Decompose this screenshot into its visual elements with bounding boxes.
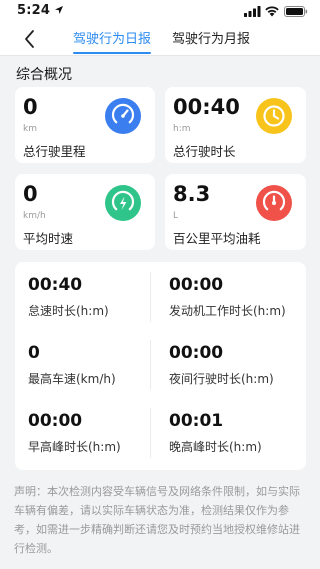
tab-monthly-report-label: 驾驶行为月报 <box>172 32 251 47</box>
mileage-unit: km <box>23 124 37 134</box>
avg-speed-value: 0 <box>23 182 38 206</box>
mileage-value: 0 <box>23 95 38 119</box>
stat-value: 00:00 <box>169 275 224 295</box>
avg-speed-unit: km/h <box>23 211 46 221</box>
column-divider <box>150 408 151 458</box>
fuel-unit: L <box>173 211 179 221</box>
nav-bar: 驾驶行为日报 驾驶行为月报 <box>0 22 320 56</box>
stat-night-duration: 00:00 夜间行驶时长(h:m) <box>169 343 274 387</box>
column-divider <box>150 340 151 390</box>
status-bar: 5:24 <box>0 0 320 22</box>
tab-daily-report-label: 驾驶行为日报 <box>73 32 152 47</box>
stat-label: 怠速时长(h:m) <box>28 304 109 318</box>
disclaimer-text: 声明：本次检测内容受车辆信号及网络条件限制，如与实际车辆有偏差，请以实际车辆状态… <box>14 485 300 555</box>
back-chevron-icon[interactable] <box>22 28 38 50</box>
stat-value: 0 <box>28 343 40 363</box>
wifi-icon <box>265 6 279 17</box>
status-time: 5:24 <box>17 3 51 18</box>
stat-evening-peak: 00:01 晚高峰时长(h:m) <box>169 411 262 455</box>
stat-max-speed: 0 最高车速(km/h) <box>28 343 116 387</box>
duration-unit: h:m <box>173 124 191 134</box>
active-tab-indicator <box>73 52 152 54</box>
tab-daily-report[interactable]: 驾驶行为日报 <box>73 28 152 54</box>
stat-label: 最高车速(km/h) <box>28 372 116 386</box>
summary-card-duration: 00:40 h:m 总行驶时长 <box>165 87 306 163</box>
summary-card-mileage: 0 km 总行驶里程 <box>15 87 155 163</box>
cellular-signal-icon <box>244 6 261 17</box>
avg-speed-label: 平均时速 <box>23 231 74 246</box>
stat-value: 00:00 <box>28 411 83 431</box>
fuel-label: 百公里平均油耗 <box>173 231 261 246</box>
fuel-value: 8.3 <box>173 182 211 206</box>
stat-label: 晚高峰时长(h:m) <box>169 440 262 454</box>
section-title: 综合概况 <box>16 67 72 83</box>
stat-engine-duration: 00:00 发动机工作时长(h:m) <box>169 275 286 319</box>
stat-value: 00:00 <box>169 343 224 363</box>
stat-idle-duration: 00:40 怠速时长(h:m) <box>28 275 109 319</box>
battery-icon <box>284 6 308 17</box>
location-arrow-icon <box>55 6 63 14</box>
detail-stats-card: 00:40 怠速时长(h:m) 00:00 发动机工作时长(h:m) 0 最高车… <box>15 262 306 470</box>
stat-value: 00:01 <box>169 411 224 431</box>
speedometer-icon <box>105 98 141 134</box>
stat-label: 发动机工作时长(h:m) <box>169 304 286 318</box>
duration-label: 总行驶时长 <box>173 144 236 159</box>
stat-label: 夜间行驶时长(h:m) <box>169 372 274 386</box>
stat-label: 早高峰时长(h:m) <box>28 440 121 454</box>
tab-monthly-report[interactable]: 驾驶行为月报 <box>172 28 250 54</box>
stat-morning-peak: 00:00 早高峰时长(h:m) <box>28 411 121 455</box>
fuel-gauge-icon <box>256 185 292 221</box>
summary-card-fuel: 8.3 L 百公里平均油耗 <box>165 174 306 250</box>
gauge-bolt-icon <box>105 185 141 221</box>
clock-icon <box>256 98 292 134</box>
column-divider <box>150 272 151 322</box>
mileage-label: 总行驶里程 <box>23 144 86 159</box>
duration-value: 00:40 <box>173 95 240 119</box>
summary-card-avg-speed: 0 km/h 平均时速 <box>15 174 155 250</box>
stat-value: 00:40 <box>28 275 83 295</box>
